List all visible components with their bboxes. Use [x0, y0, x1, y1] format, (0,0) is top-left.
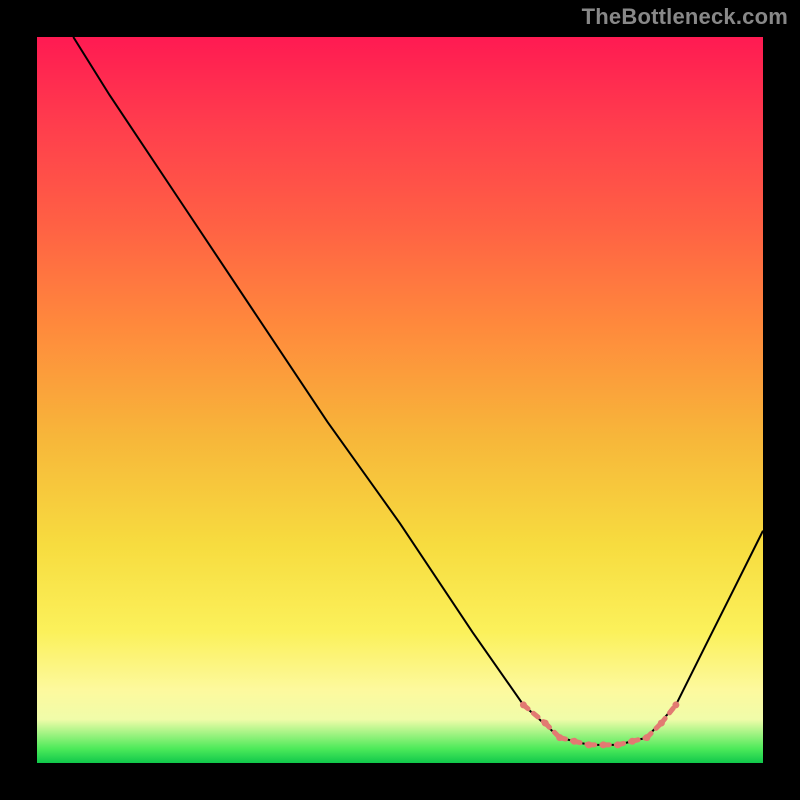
- watermark-text: TheBottleneck.com: [582, 4, 788, 30]
- chart-container: TheBottleneck.com: [0, 0, 800, 800]
- chart-svg: [37, 37, 763, 763]
- plot-area: [37, 37, 763, 763]
- dotted-segment: [520, 701, 679, 748]
- curve-line: [73, 37, 763, 745]
